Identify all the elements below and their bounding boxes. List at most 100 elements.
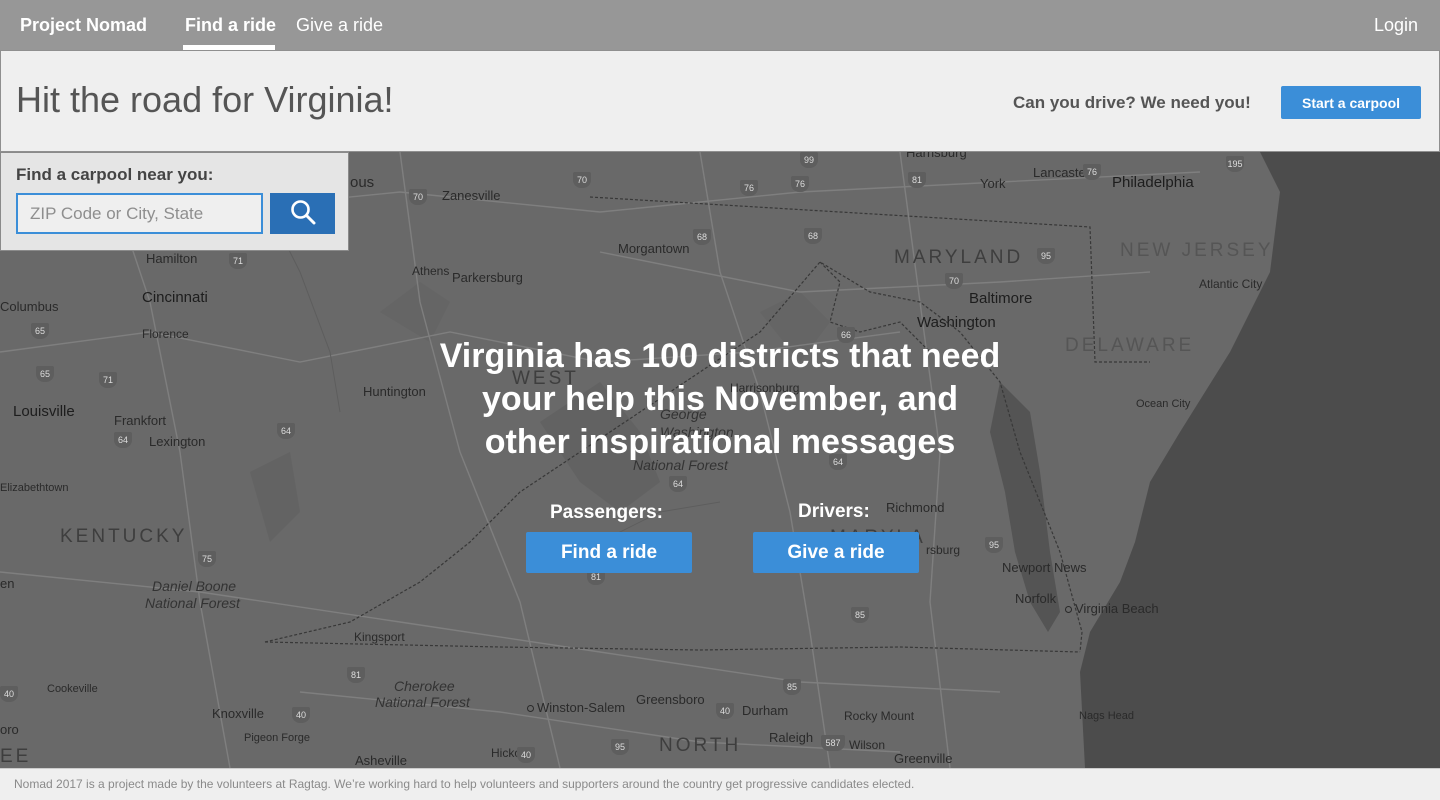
highway-shield: 40 — [0, 686, 18, 702]
search-button[interactable] — [270, 193, 335, 234]
map-label-york: York — [980, 176, 1006, 191]
map-label-pigeon-forge: Pigeon Forge — [244, 732, 311, 744]
passengers-label: Passengers: — [550, 502, 664, 523]
map-label-frankfort: Frankfort — [114, 413, 167, 428]
map-label-greensboro: Greensboro — [636, 692, 705, 707]
map-label-kentucky: KENTUCKY — [60, 526, 188, 547]
highway-shield: 85 — [851, 607, 869, 623]
highway-shield: 65 — [36, 366, 54, 382]
map-label-raleigh: Raleigh — [769, 730, 814, 745]
map-label-norfolk: Norfolk — [1015, 591, 1057, 606]
map-label-nags-head: Nags Head — [1079, 710, 1135, 722]
start-carpool-button[interactable]: Start a carpool — [1281, 86, 1421, 119]
location-search-input[interactable] — [16, 193, 263, 234]
map-label-partial-en: en — [0, 576, 15, 591]
map-label-greenville: Greenville — [894, 751, 953, 766]
carpool-search-panel: Find a carpool near you: — [0, 152, 349, 251]
map-label-baltimore: Baltimore — [969, 290, 1033, 307]
map-label-hamilton: Hamilton — [146, 251, 198, 266]
highway-shield: 76 — [740, 180, 758, 196]
map-label-philadelphia: Philadelphia — [1112, 174, 1194, 191]
hero-line-3: other inspirational messages — [484, 423, 956, 461]
map-label-durham: Durham — [742, 703, 789, 718]
highway-shield: 64 — [277, 423, 295, 439]
hero-message: Virginia has 100 districts that need you… — [400, 335, 1040, 464]
highway-shield: 70 — [945, 273, 963, 289]
highway-shield: 64 — [114, 432, 132, 448]
map-label-cookeville: Cookeville — [47, 683, 98, 695]
highway-shield: 68 — [804, 228, 822, 244]
map-label-partial-oro: oro — [0, 722, 19, 737]
map-label-ocean-city: Ocean City — [1136, 398, 1191, 410]
highway-shield: 70 — [409, 189, 427, 205]
map-label-national-forest-2: National Forest — [145, 595, 240, 611]
map-label-lancaster: Lancaster — [1033, 165, 1091, 180]
map-label-maryland: MARYLAND — [894, 247, 1024, 268]
highway-shield: 65 — [31, 323, 49, 339]
map-label-athens: Athens — [412, 264, 450, 278]
map-label-zanesville: Zanesville — [442, 188, 501, 203]
map-label-national-forest-3: National Forest — [375, 694, 470, 710]
map-label-north: NORTH — [659, 735, 742, 756]
map-label-florence: Florence — [142, 327, 189, 341]
driver-callout: Can you drive? We need you! — [1013, 93, 1251, 112]
highway-shield: 81 — [347, 667, 365, 683]
highway-shield: 95 — [611, 739, 629, 755]
map-label-partial-rsburg: rsburg — [926, 543, 961, 557]
map-label-newport-news: Newport News — [1002, 560, 1087, 575]
map-label-louisville: Louisville — [13, 403, 75, 420]
map-label-atlantic-city: Atlantic City — [1199, 277, 1263, 291]
nav-find-a-ride[interactable]: Find a ride — [185, 15, 276, 36]
map-label-richmond: Richmond — [886, 500, 945, 515]
login-link[interactable]: Login — [1374, 15, 1418, 36]
highway-shield: 40 — [517, 747, 535, 763]
map-label-virginia-beach: Virginia Beach — [1065, 601, 1159, 616]
map-label-daniel-boone: Daniel Boone — [152, 578, 237, 594]
map-label-wilson: Wilson — [849, 738, 886, 752]
search-icon — [290, 199, 316, 228]
footer-text: Nomad 2017 is a project made by the volu… — [14, 777, 915, 791]
highway-shield: 40 — [292, 707, 310, 723]
drivers-label: Drivers: — [798, 501, 870, 522]
map-label-delaware: DELAWARE — [1065, 335, 1195, 356]
highway-shield: 99 — [800, 152, 818, 168]
highway-shield: 195 — [1226, 156, 1244, 172]
map-label-partial-ee: EE — [0, 746, 32, 767]
header-banner: Hit the road for Virginia! Can you drive… — [0, 50, 1440, 152]
find-ride-button[interactable]: Find a ride — [526, 532, 692, 573]
highway-shield: 71 — [229, 253, 247, 269]
map-label-parkersburg: Parkersburg — [452, 270, 523, 285]
highway-shield: 71 — [99, 372, 117, 388]
highway-shield: 95 — [1037, 248, 1055, 264]
map-label-asheville: Asheville — [355, 753, 408, 768]
map-label-cincinnati: Cincinnati — [142, 289, 208, 306]
map-label-morgantown: Morgantown — [618, 241, 690, 256]
highway-shield: 81 — [908, 172, 926, 188]
map-label-new-jersey: NEW JERSEY — [1120, 240, 1274, 261]
map-label-rocky-mount: Rocky Mount — [844, 709, 915, 723]
highway-shield: 64 — [669, 476, 687, 492]
hero-line-1: Virginia has 100 districts that need — [439, 337, 1001, 375]
highway-shield: 68 — [693, 229, 711, 245]
highway-shield: 85 — [783, 679, 801, 695]
highway-shield: 76 — [1083, 164, 1101, 180]
map-label-kingsport: Kingsport — [354, 630, 405, 644]
page-title: Hit the road for Virginia! — [16, 79, 394, 120]
hero-line-2: your help this November, and — [481, 380, 959, 418]
give-ride-button[interactable]: Give a ride — [753, 532, 919, 573]
search-heading: Find a carpool near you: — [16, 165, 214, 184]
map-label-knoxville: Knoxville — [212, 706, 265, 721]
map-label-washington: Washington — [917, 314, 996, 331]
brand-logo[interactable]: Project Nomad — [20, 15, 147, 36]
map-label-lexington: Lexington — [149, 434, 206, 449]
map-label-elizabethtown: Elizabethtown — [0, 482, 69, 494]
top-navbar: Project Nomad Find a ride Give a ride Lo… — [0, 0, 1440, 50]
highway-shield: 76 — [791, 176, 809, 192]
map-label-columbus: Columbus — [0, 299, 59, 314]
nav-give-a-ride[interactable]: Give a ride — [296, 15, 383, 36]
highway-shield: 40 — [716, 703, 734, 719]
map-label-columbus-partial: ous — [350, 174, 375, 191]
map-label-winston-salem: Winston-Salem — [527, 700, 625, 715]
highway-shield: 587 — [821, 735, 845, 751]
page-footer: Nomad 2017 is a project made by the volu… — [0, 768, 1440, 800]
